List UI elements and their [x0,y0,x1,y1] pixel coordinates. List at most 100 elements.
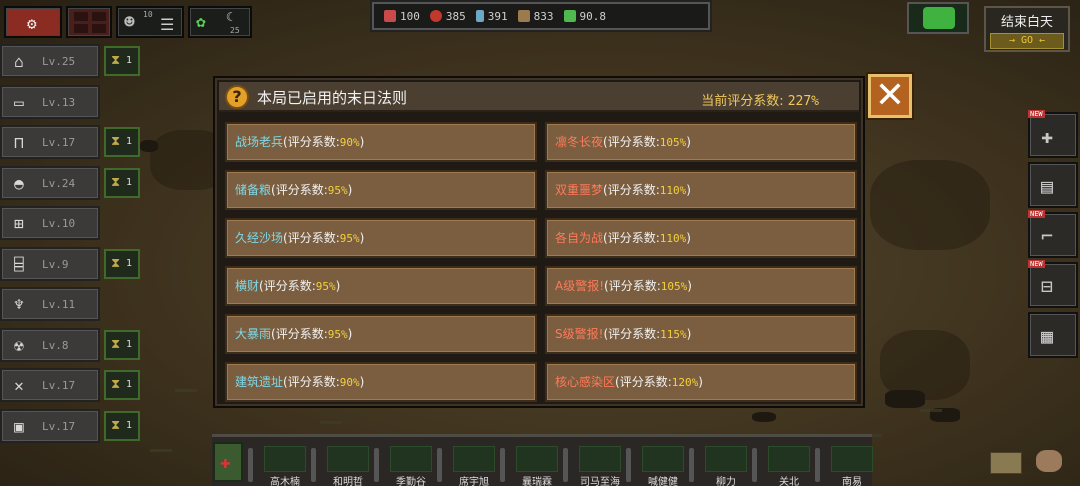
side-panel-button[interactable]: ⌐ NEW [1028,210,1078,258]
grid-icon [92,12,106,21]
dialog-title: 本局已启用的末日法则 [257,89,408,107]
farm-button[interactable]: ✿ ☾ 25 [188,6,252,38]
go-label: → GO ← [990,33,1064,49]
rule-card[interactable]: 久经沙场(评分系数:95%) [225,218,537,258]
resource-value: 100 [400,9,420,23]
worker-slot[interactable]: ⧗ 1 [104,410,140,441]
cooking-icon: ◓ [14,173,24,193]
building-row[interactable]: ⊓ Lv.17 ⧗ 1 [0,125,140,159]
radiation-zone-button[interactable] [907,2,969,34]
plant-icon: ✿ [196,12,206,31]
building-row[interactable]: ✕ Lv.17 ⧗ 1 [0,368,140,402]
coef-label: (评分系数: [283,231,340,245]
worker-slot[interactable]: ⧗ 1 [104,248,140,279]
building-row[interactable]: ▭ Lv.13 [0,84,140,119]
rule-coefficient: (评分系数:110%) [603,231,691,245]
building-button[interactable]: ♆ Lv.11 [0,287,100,321]
medical-button[interactable]: ✚ [213,442,243,482]
worker-slot[interactable]: ⧗ 1 [104,127,140,157]
survivor-card[interactable]: 关北 [752,444,818,486]
worker-slot[interactable]: ⧗ 1 [104,46,140,76]
building-button[interactable]: ☢ Lv.8 [0,327,100,362]
doomsday-rules-dialog: ? 本局已启用的末日法则 当前评分系数: 227% 战场老兵(评分系数:90%) 凛… [213,76,865,408]
rule-card[interactable]: 各自为战(评分系数:110%) [545,218,857,258]
help-icon[interactable]: ? [225,85,249,109]
settings-button[interactable]: ⚙ [4,6,62,38]
survivor-card[interactable]: 柳力 [689,444,755,486]
rule-card[interactable]: 储备粮(评分系数:95%) [225,170,537,210]
grid-icon [74,12,88,21]
survivor-portrait [768,446,810,472]
coef-value: 95% [327,184,348,197]
building-button[interactable]: ▣ Lv.17 [0,408,100,443]
survivor-portrait [516,446,558,472]
side-panel-button[interactable]: ⊟ NEW [1028,260,1078,308]
side-panel-button[interactable]: ▤ [1028,162,1078,208]
building-row[interactable]: ⌸ Lv.9 ⧗ 1 [0,246,140,281]
building-row[interactable]: ▣ Lv.17 ⧗ 1 [0,408,140,443]
survivor-portrait [642,446,684,472]
rule-card[interactable]: 建筑遗址(评分系数:90%) [225,362,537,402]
survivor-portrait [453,446,495,472]
survivor-card[interactable]: 席宇旭 [437,444,503,486]
rule-card[interactable]: 战场老兵(评分系数:90%) [225,122,537,162]
building-button[interactable]: ◓ Lv.24 [0,165,100,200]
building-row[interactable]: ♆ Lv.11 [0,287,140,321]
building-level: Lv.24 [42,176,76,190]
building-button[interactable]: ✕ Lv.17 [0,368,100,402]
coef-label: (评分系数: [271,327,328,341]
side-panel-button[interactable]: ▦ [1028,312,1078,358]
side-panel-button[interactable]: ✚ NEW [1028,110,1078,158]
rule-card[interactable]: 大暴雨(评分系数:95%) [225,314,537,354]
coef-value: 95% [339,232,360,245]
survivor-card[interactable]: 南易 [815,444,881,486]
rule-card[interactable]: A级警报!(评分系数:105%) [545,266,857,306]
building-button[interactable]: ⊞ Lv.10 [0,206,100,240]
coef-value: 120% [671,376,699,389]
rule-card[interactable]: 核心感染区(评分系数:120%) [545,362,857,402]
world-map-icon[interactable] [990,452,1022,474]
building-level: Lv.13 [42,95,76,109]
survivors-button[interactable]: ☻ 10 ☰ [116,6,184,38]
building-level: Lv.11 [42,298,76,311]
table-icon: ⊓ [14,133,24,152]
worker-slot[interactable]: ⧗ 1 [104,329,140,360]
end-day-button[interactable]: 结束白天 → GO ← [984,6,1070,52]
rule-card[interactable]: S级警报!(评分系数:115%) [545,314,857,354]
hourglass-icon: ⧗ [111,53,121,68]
rule-name: 大暴雨 [235,327,272,341]
rule-card[interactable]: 凛冬长夜(评分系数:105%) [545,122,857,162]
building-button[interactable]: ⊓ Lv.17 [0,125,100,159]
survivor-card[interactable]: 和明哲 [311,444,377,486]
close-button[interactable]: ✕ [868,74,912,118]
building-button[interactable]: ▭ Lv.13 [0,84,100,119]
building-button[interactable]: ⌸ Lv.9 [0,246,100,281]
coef-label: (评分系数: [603,231,660,245]
survivor-card[interactable]: 司马至海 [563,444,629,486]
piggy-bank-icon[interactable] [1036,450,1062,472]
rule-card[interactable]: 双重噩梦(评分系数:110%) [545,170,857,210]
survivor-card[interactable]: 季勤谷 [374,444,440,486]
coef-close: ) [347,327,353,341]
building-button[interactable]: ⌂ Lv.25 [0,44,100,78]
building-row[interactable]: ◓ Lv.24 ⧗ 1 [0,165,140,200]
build-grid-button[interactable] [66,6,112,38]
worker-slot[interactable]: ⧗ 1 [104,370,140,400]
survivor-portrait [327,446,369,472]
survivor-name: 季勤谷 [396,477,426,486]
building-row[interactable]: ⌂ Lv.25 ⧗ 1 [0,44,140,78]
resource-energy: 90.8 [563,10,606,23]
plant-count: 25 [230,26,240,35]
survivor-card[interactable]: 喊健健 [626,444,692,486]
rule-name: 核心感染区 [555,375,616,389]
building-row[interactable]: ⊞ Lv.10 [0,206,140,240]
rule-card[interactable]: 横财(评分系数:95%) [225,266,537,306]
survivor-card[interactable]: 高木楠 [248,444,314,486]
survivor-card[interactable]: 曩瑞霖 [500,444,566,486]
survivor-portrait [831,446,873,472]
building-row[interactable]: ☢ Lv.8 ⧗ 1 [0,327,140,362]
building-level: Lv.10 [42,217,76,230]
workbench-icon: ⊟ [1041,274,1054,298]
resource-day: 100 [384,10,420,23]
worker-slot[interactable]: ⧗ 1 [104,167,140,198]
